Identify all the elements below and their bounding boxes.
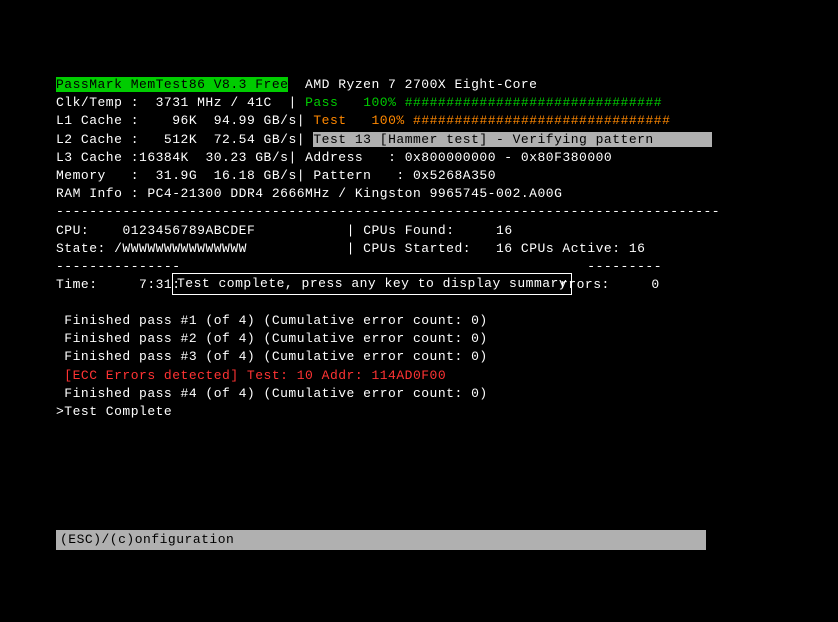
- test-label: Test: [313, 113, 346, 128]
- l1-size: 96K: [172, 113, 197, 128]
- mem-size: 31.9G: [156, 168, 198, 183]
- active-label: CPUs Active:: [521, 241, 621, 256]
- errors-value: 0: [651, 277, 659, 292]
- footer-bar[interactable]: (ESC)/(c)onfiguration: [56, 530, 706, 550]
- l1-row: L1 Cache : 96K 94.99 GB/s| Test 100% ###…: [56, 112, 782, 130]
- errors-label: rrors:: [560, 277, 610, 292]
- current-test: Test 13 [Hammer test] - Verifying patter…: [313, 132, 711, 147]
- complete-msg-box[interactable]: Test complete, press any key to display …: [172, 273, 572, 295]
- pass-pct: 100%: [363, 95, 396, 110]
- log-ecc-error: [ECC Errors detected] Test: 10 Addr: 114…: [56, 367, 782, 385]
- l3-row: L3 Cache :16384K 30.23 GB/s| Address : 0…: [56, 149, 782, 167]
- l3-size: 16384K: [139, 150, 189, 165]
- pattern-value: 0x5268A350: [413, 168, 496, 183]
- log-pass3: Finished pass #3 (of 4) (Cumulative erro…: [56, 348, 782, 366]
- cpu-cores: 0123456789ABCDEF: [122, 223, 255, 238]
- l1-bw: 94.99 GB/s: [214, 113, 297, 128]
- time-label: Time:: [56, 277, 98, 292]
- cpu-row: CPU: 0123456789ABCDEF | CPUs Found: 16: [56, 222, 782, 240]
- mem-row: Memory : 31.9G 16.18 GB/s| Pattern : 0x5…: [56, 167, 782, 185]
- found-label: CPUs Found:: [363, 223, 454, 238]
- state-value: /WWWWWWWWWWWWWWW: [114, 241, 247, 256]
- clk-row: Clk/Temp : 3731 MHz / 41C | Pass 100% ##…: [56, 94, 782, 112]
- active-value: 16: [629, 241, 646, 256]
- cpu-name: AMD Ryzen 7 2700X Eight-Core: [305, 77, 537, 92]
- raminfo-value: PC4-21300 DDR4 2666MHz / Kingston 996574…: [147, 186, 562, 201]
- pass-bar: ###############################: [405, 95, 662, 110]
- l2-label: L2 Cache :: [56, 132, 139, 147]
- pass-label: Pass: [305, 95, 338, 110]
- log-pass4: Finished pass #4 (of 4) (Cumulative erro…: [56, 385, 782, 403]
- l2-row: L2 Cache : 512K 72.54 GB/s| Test 13 [Ham…: [56, 131, 782, 149]
- test-pct: 100%: [372, 113, 405, 128]
- started-label: CPUs Started:: [363, 241, 471, 256]
- mem-bw: 16.18 GB/s: [214, 168, 297, 183]
- raminfo-row: RAM Info : PC4-21300 DDR4 2666MHz / King…: [56, 185, 782, 203]
- status-row: Time: 7:31: Test complete, press any key…: [56, 276, 782, 294]
- l3-label: L3 Cache :: [56, 150, 139, 165]
- log-complete: >Test Complete: [56, 403, 782, 421]
- state-row: State: /WWWWWWWWWWWWWWW | CPUs Started: …: [56, 240, 782, 258]
- addr-label: Address: [305, 150, 363, 165]
- log-pass1: Finished pass #1 (of 4) (Cumulative erro…: [56, 312, 782, 330]
- test-bar: ###############################: [413, 113, 670, 128]
- l2-size: 512K: [164, 132, 197, 147]
- title-row: PassMark MemTest86 V8.3 Free AMD Ryzen 7…: [56, 76, 782, 94]
- clk-value: 3731 MHz / 41C: [156, 95, 272, 110]
- pattern-label: Pattern: [313, 168, 371, 183]
- found-value: 16: [496, 223, 513, 238]
- log-pass2: Finished pass #2 (of 4) (Cumulative erro…: [56, 330, 782, 348]
- addr-value: 0x800000000 - 0x80F380000: [405, 150, 613, 165]
- divider-right: ---------: [587, 259, 662, 274]
- l1-label: L1 Cache :: [56, 113, 139, 128]
- divider-left: ---------------: [56, 259, 181, 274]
- raminfo-label: RAM Info :: [56, 186, 139, 201]
- state-label: State:: [56, 241, 106, 256]
- cpu-label: CPU:: [56, 223, 89, 238]
- l2-bw: 72.54 GB/s: [214, 132, 297, 147]
- main-content: PassMark MemTest86 V8.3 Free AMD Ryzen 7…: [56, 76, 782, 421]
- divider-1: ----------------------------------------…: [56, 203, 782, 221]
- l3-bw: 30.23 GB/s: [205, 150, 288, 165]
- started-value: 16: [496, 241, 513, 256]
- mem-label: Memory :: [56, 168, 139, 183]
- app-title: PassMark MemTest86 V8.3 Free: [56, 77, 288, 92]
- clk-label: Clk/Temp :: [56, 95, 139, 110]
